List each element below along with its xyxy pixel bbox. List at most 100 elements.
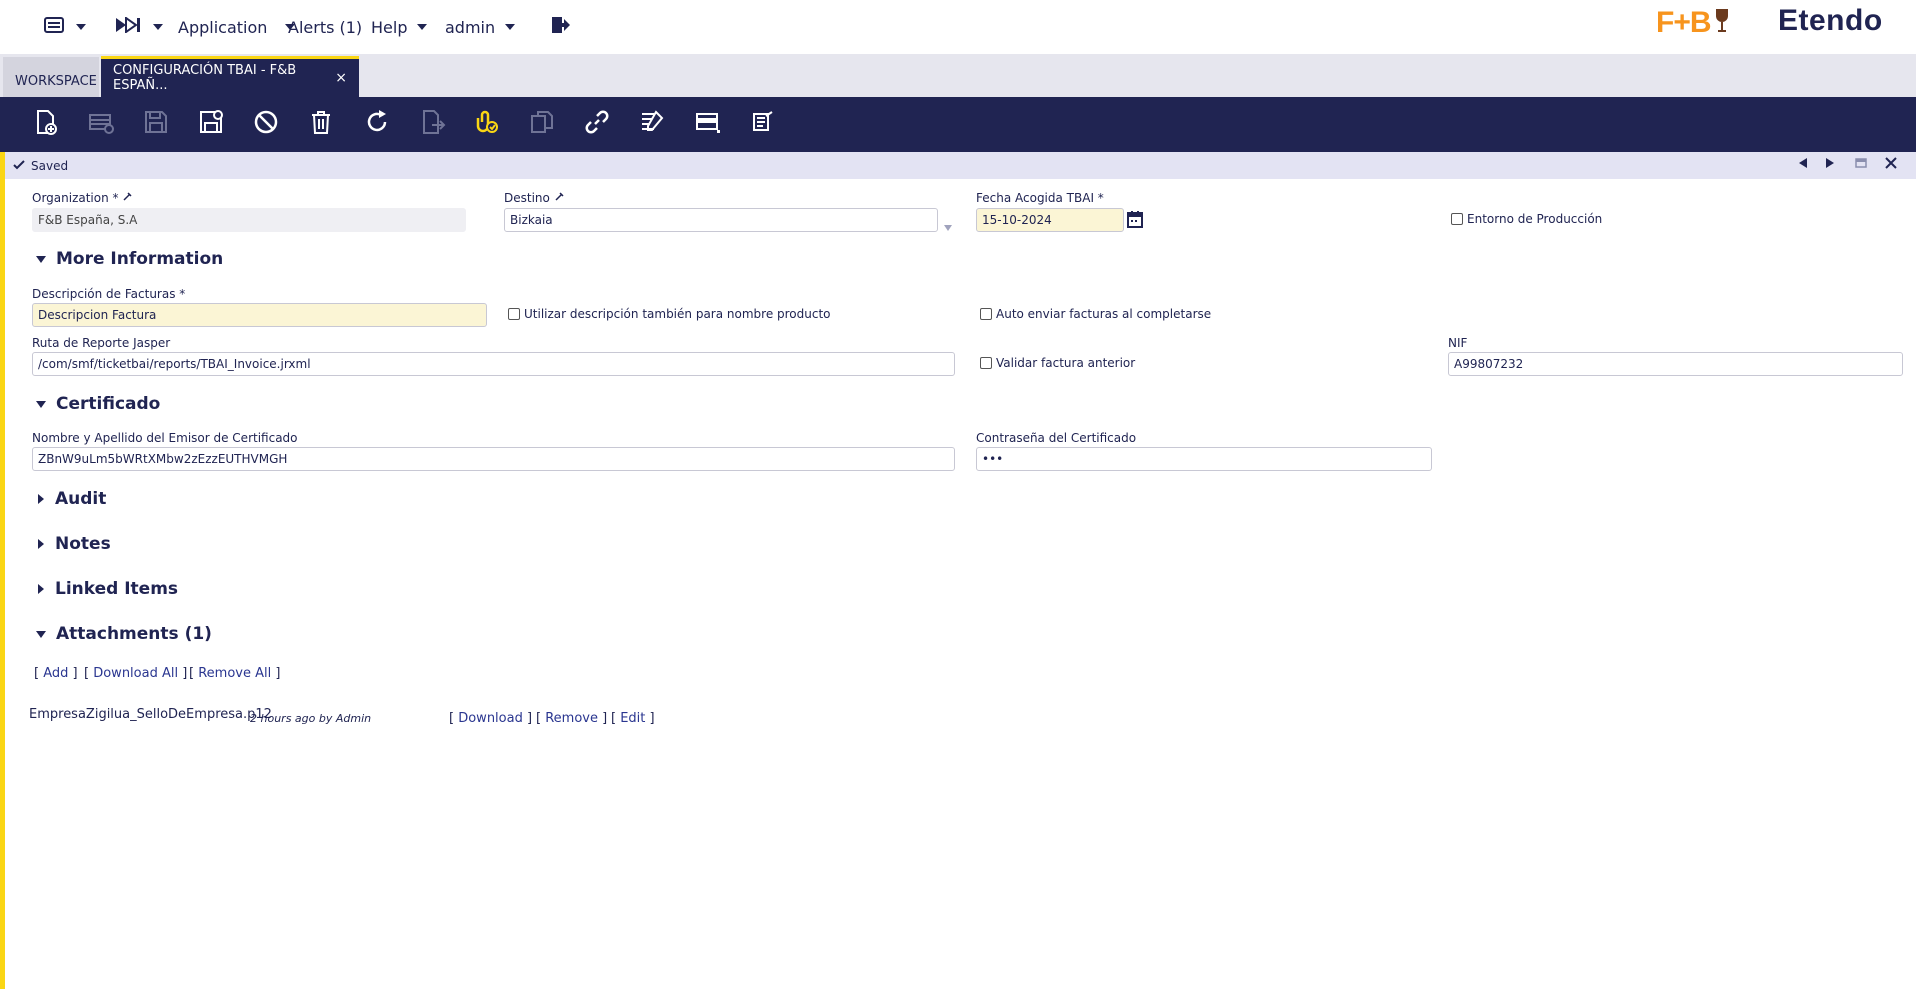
logout-button[interactable]	[550, 0, 570, 54]
section-notes[interactable]: Notes	[36, 534, 111, 554]
grid-view-button[interactable]	[691, 107, 725, 141]
maximize-button[interactable]	[1855, 157, 1867, 172]
grid-view-icon	[694, 108, 722, 140]
quick-launch-button[interactable]	[115, 0, 163, 54]
fecha-label: Fecha Acogida TBAI *	[976, 191, 1104, 205]
save-close-button[interactable]	[194, 107, 228, 141]
destino-value: Bizkaia	[510, 213, 553, 227]
application-menu[interactable]: Application	[178, 0, 296, 54]
descripcion-label: Descripción de Facturas *	[32, 287, 186, 301]
ruta-label: Ruta de Reporte Jasper	[32, 336, 171, 350]
checkbox-box[interactable]	[980, 357, 992, 369]
section-more-information[interactable]: More Information	[36, 249, 223, 269]
close-tab-icon[interactable]: ×	[335, 70, 347, 86]
new-row-button[interactable]	[84, 107, 118, 141]
brand-logo-text: F+B	[1656, 6, 1712, 39]
contrasena-input[interactable]: •••	[976, 447, 1432, 471]
section-title: Linked Items	[55, 579, 179, 599]
audit-button[interactable]	[635, 107, 669, 141]
close-form-button[interactable]	[1885, 157, 1897, 172]
remove-attachment-link[interactable]: [ Remove ]	[536, 711, 607, 726]
nif-input[interactable]: A99807232	[1448, 352, 1903, 376]
download-all-link[interactable]: [ Download All ]	[84, 666, 187, 681]
attach-button[interactable]	[470, 107, 504, 141]
etendo-logo: Etendo	[1778, 4, 1883, 37]
organization-field: F&B España, S.A	[32, 208, 466, 232]
checkbox-box[interactable]	[980, 308, 992, 320]
validar-factura-checkbox[interactable]: Validar factura anterior	[980, 356, 1135, 370]
attach-icon	[473, 108, 501, 140]
checkbox-box[interactable]	[508, 308, 520, 320]
delete-button[interactable]	[304, 107, 338, 141]
section-linked-items[interactable]: Linked Items	[36, 579, 178, 599]
utilizar-descripcion-checkbox[interactable]: Utilizar descripción también para nombre…	[508, 307, 831, 321]
tab-configuracion-tbai[interactable]: CONFIGURACIÓN TBAI - F&B ESPAÑ... ×	[101, 56, 359, 97]
chevron-down-icon	[153, 24, 163, 30]
edit-field-icon[interactable]	[122, 191, 132, 205]
next-record-button[interactable]	[1825, 157, 1835, 172]
link-button[interactable]	[580, 107, 614, 141]
edit-label: Edit	[620, 711, 646, 726]
edit-attachment-link[interactable]: [ Edit ]	[611, 711, 655, 726]
tab-workspace[interactable]: WORKSPACE	[3, 57, 99, 97]
new-document-button[interactable]	[28, 107, 62, 141]
chevron-down-icon	[76, 24, 86, 30]
user-menu[interactable]: admin	[445, 0, 516, 54]
chevron-down-icon	[505, 24, 516, 30]
edit-field-icon[interactable]	[554, 191, 564, 205]
copy-button[interactable]	[525, 107, 559, 141]
add-label: Add	[43, 666, 69, 681]
download-all-label: Download All	[93, 666, 179, 681]
help-menu[interactable]: Help	[371, 0, 428, 54]
save-button[interactable]	[139, 107, 173, 141]
status-text: Saved	[31, 158, 69, 173]
section-title: More Information	[56, 249, 224, 269]
print-button[interactable]	[745, 107, 779, 141]
menu-button[interactable]	[44, 0, 86, 54]
tab-workspace-label: WORKSPACE	[15, 73, 97, 89]
fecha-input[interactable]: 15-10-2024	[976, 208, 1124, 232]
section-certificado[interactable]: Certificado	[36, 394, 160, 414]
toolbar	[0, 97, 1916, 152]
add-attachment-link[interactable]: [ Add ]	[34, 666, 78, 681]
nif-label: NIF	[1448, 336, 1468, 350]
ruta-input[interactable]: /com/smf/ticketbai/reports/TBAI_Invoice.…	[32, 352, 955, 376]
attachment-meta: 2 hours ago by Admin	[250, 712, 372, 725]
refresh-button[interactable]	[360, 107, 394, 141]
new-row-icon	[87, 108, 115, 140]
status-bar: Saved	[5, 152, 1916, 179]
alerts-label: Alerts (1)	[288, 17, 363, 37]
brand-logo: F+B	[1656, 6, 1729, 40]
alerts-link[interactable]: Alerts (1)	[288, 0, 362, 54]
remove-all-label: Remove All	[198, 666, 272, 681]
section-title: Certificado	[56, 394, 161, 414]
contrasena-label: Contraseña del Certificado	[976, 431, 1137, 445]
remove-all-link[interactable]: [ Remove All ]	[189, 666, 280, 681]
user-label: admin	[445, 17, 496, 37]
export-button[interactable]	[415, 107, 449, 141]
section-audit[interactable]: Audit	[36, 489, 106, 509]
chevron-down-icon	[417, 24, 428, 30]
calendar-icon[interactable]	[1127, 210, 1143, 232]
undo-button[interactable]	[249, 107, 283, 141]
descripcion-input[interactable]: Descripcion Factura	[32, 303, 487, 327]
section-title: Audit	[55, 489, 107, 509]
organization-label: Organization *	[32, 191, 132, 205]
checkbox-box[interactable]	[1451, 213, 1463, 225]
auto-enviar-checkbox[interactable]: Auto enviar facturas al completarse	[980, 307, 1211, 321]
copy-icon	[528, 108, 556, 140]
destino-select[interactable]: Bizkaia	[504, 208, 938, 232]
emisor-input[interactable]: ZBnW9uLm5bWRtXMbw2zEzzEUTHVMGH	[32, 447, 955, 471]
new-document-icon	[31, 108, 59, 140]
entorno-produccion-checkbox[interactable]: Entorno de Producción	[1451, 212, 1602, 226]
tab-config-label: CONFIGURACIÓN TBAI - F&B ESPAÑ...	[113, 63, 297, 93]
collapse-icon	[36, 630, 46, 638]
section-title: Notes	[55, 534, 111, 554]
download-attachment-link[interactable]: [ Download ]	[449, 711, 532, 726]
chevron-down-icon[interactable]	[943, 217, 953, 236]
undo-icon	[252, 108, 280, 140]
collapse-icon	[36, 255, 46, 263]
previous-record-button[interactable]	[1798, 157, 1808, 172]
section-attachments[interactable]: Attachments (1)	[36, 624, 212, 644]
attachment-file-name: EmpresaZigilua_SelloDeEmpresa.p12	[29, 707, 272, 722]
